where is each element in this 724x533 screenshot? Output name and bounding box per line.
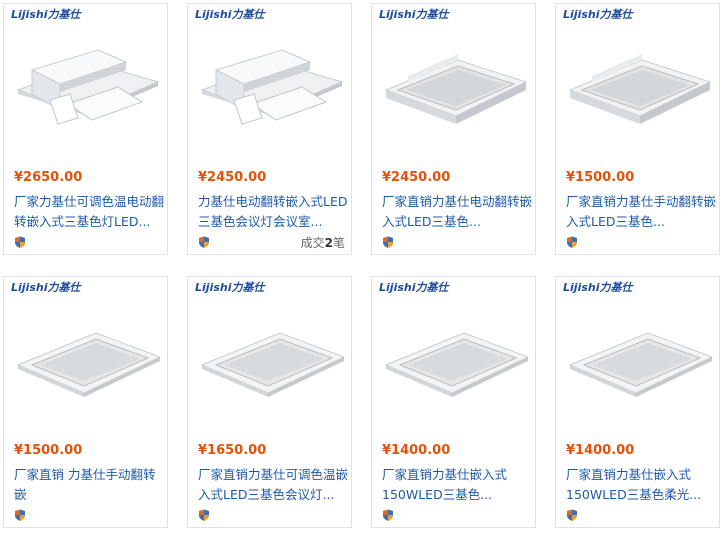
product-image[interactable]: [378, 285, 530, 435]
product-title-line1: 厂家力基仕可调色温电动翻: [14, 194, 164, 209]
sales-count: 成交2笔: [300, 236, 345, 250]
product-title-line1: 厂家直销力基仕嵌入式: [566, 467, 692, 482]
shield-icon[interactable]: [382, 509, 394, 521]
product-price: ¥1400.00: [566, 443, 635, 458]
product-image[interactable]: [10, 285, 162, 435]
product-title-line1: 厂家直销力基仕可调色温嵌: [198, 467, 348, 482]
product-price: ¥1500.00: [14, 443, 83, 458]
product-card-1[interactable]: Lijishi力基仕 ¥2650.00 厂家力基仕可调色温电动翻 转嵌入式三基色…: [3, 3, 168, 255]
product-image[interactable]: [194, 12, 346, 162]
product-title-line2: 150WLED三基色...: [382, 487, 493, 502]
product-image[interactable]: [562, 285, 714, 435]
product-title-line2: 转嵌入式三基色灯LED...: [14, 214, 151, 229]
product-title-line1: 力基仕电动翻转嵌入式LED: [198, 194, 348, 209]
product-price: ¥1500.00: [566, 170, 635, 185]
product-card-7[interactable]: Lijishi力基仕 ¥1400.00 厂家直销力基仕嵌入式 150WLED三基…: [371, 276, 536, 528]
product-title-link[interactable]: 厂家直销力基仕电动翻转嵌 入式LED三基色...: [382, 192, 532, 232]
product-title-link[interactable]: 厂家力基仕可调色温电动翻 转嵌入式三基色灯LED...: [14, 192, 164, 232]
product-title-line2: 入式LED三基色...: [382, 214, 481, 229]
product-image[interactable]: [194, 285, 346, 435]
shield-icon[interactable]: [198, 509, 210, 521]
shield-icon[interactable]: [14, 236, 26, 248]
product-title-link[interactable]: 力基仕电动翻转嵌入式LED 三基色会议灯会议室...: [198, 192, 348, 232]
product-title-line2: 入式LED三基色会议灯...: [198, 487, 335, 502]
product-title-link[interactable]: 厂家直销力基仕手动翻转嵌 入式LED三基色...: [566, 192, 716, 232]
product-title-line2: 150WLED三基色柔光...: [566, 487, 702, 502]
product-price: ¥1400.00: [382, 443, 451, 458]
product-price: ¥2450.00: [382, 170, 451, 185]
product-card-8[interactable]: Lijishi力基仕 ¥1400.00 厂家直销力基仕嵌入式 150WLED三基…: [555, 276, 720, 528]
product-price: ¥1650.00: [198, 443, 267, 458]
product-card-5[interactable]: Lijishi力基仕 ¥1500.00 厂家直销 力基仕手动翻转嵌 入式LED三…: [3, 276, 168, 528]
shield-icon[interactable]: [566, 509, 578, 521]
shield-icon[interactable]: [14, 509, 26, 521]
product-title-line1: 厂家直销力基仕嵌入式: [382, 467, 508, 482]
product-price: ¥2650.00: [14, 170, 83, 185]
product-card-6[interactable]: Lijishi力基仕 ¥1650.00 厂家直销力基仕可调色温嵌 入式LED三基…: [187, 276, 352, 528]
product-image[interactable]: [10, 12, 162, 162]
product-title-line2: 入式LED三基色...: [566, 214, 665, 229]
product-title-link[interactable]: 厂家直销力基仕嵌入式 150WLED三基色柔光...: [566, 465, 716, 505]
product-title-link[interactable]: 厂家直销 力基仕手动翻转嵌 入式LED三基色...: [14, 465, 164, 505]
product-title-line2: 三基色会议灯会议室...: [198, 214, 323, 229]
product-title-link[interactable]: 厂家直销力基仕可调色温嵌 入式LED三基色会议灯...: [198, 465, 348, 505]
product-title-link[interactable]: 厂家直销力基仕嵌入式 150WLED三基色...: [382, 465, 532, 505]
shield-icon[interactable]: [566, 236, 578, 248]
product-title-line1: 厂家直销力基仕手动翻转嵌: [566, 194, 716, 209]
product-card-4[interactable]: Lijishi力基仕 ¥1500.00 厂家直销力基仕手动翻转嵌 入式LED三基…: [555, 3, 720, 255]
product-image[interactable]: [378, 12, 530, 162]
shield-icon[interactable]: [382, 236, 394, 248]
shield-icon[interactable]: [198, 236, 210, 248]
product-title-line1: 厂家直销 力基仕手动翻转嵌: [14, 467, 156, 502]
product-card-2[interactable]: Lijishi力基仕 ¥2450.00 力基仕电动翻转嵌入式LED 三基色会议灯…: [187, 3, 352, 255]
product-card-3[interactable]: Lijishi力基仕 ¥2450.00 厂家直销力基仕电动翻转嵌 入式LED三基…: [371, 3, 536, 255]
product-grid: Lijishi力基仕 ¥2650.00 厂家力基仕可调色温电动翻 转嵌入式三基色…: [0, 0, 724, 533]
product-title-line1: 厂家直销力基仕电动翻转嵌: [382, 194, 532, 209]
product-image[interactable]: [562, 12, 714, 162]
product-price: ¥2450.00: [198, 170, 267, 185]
